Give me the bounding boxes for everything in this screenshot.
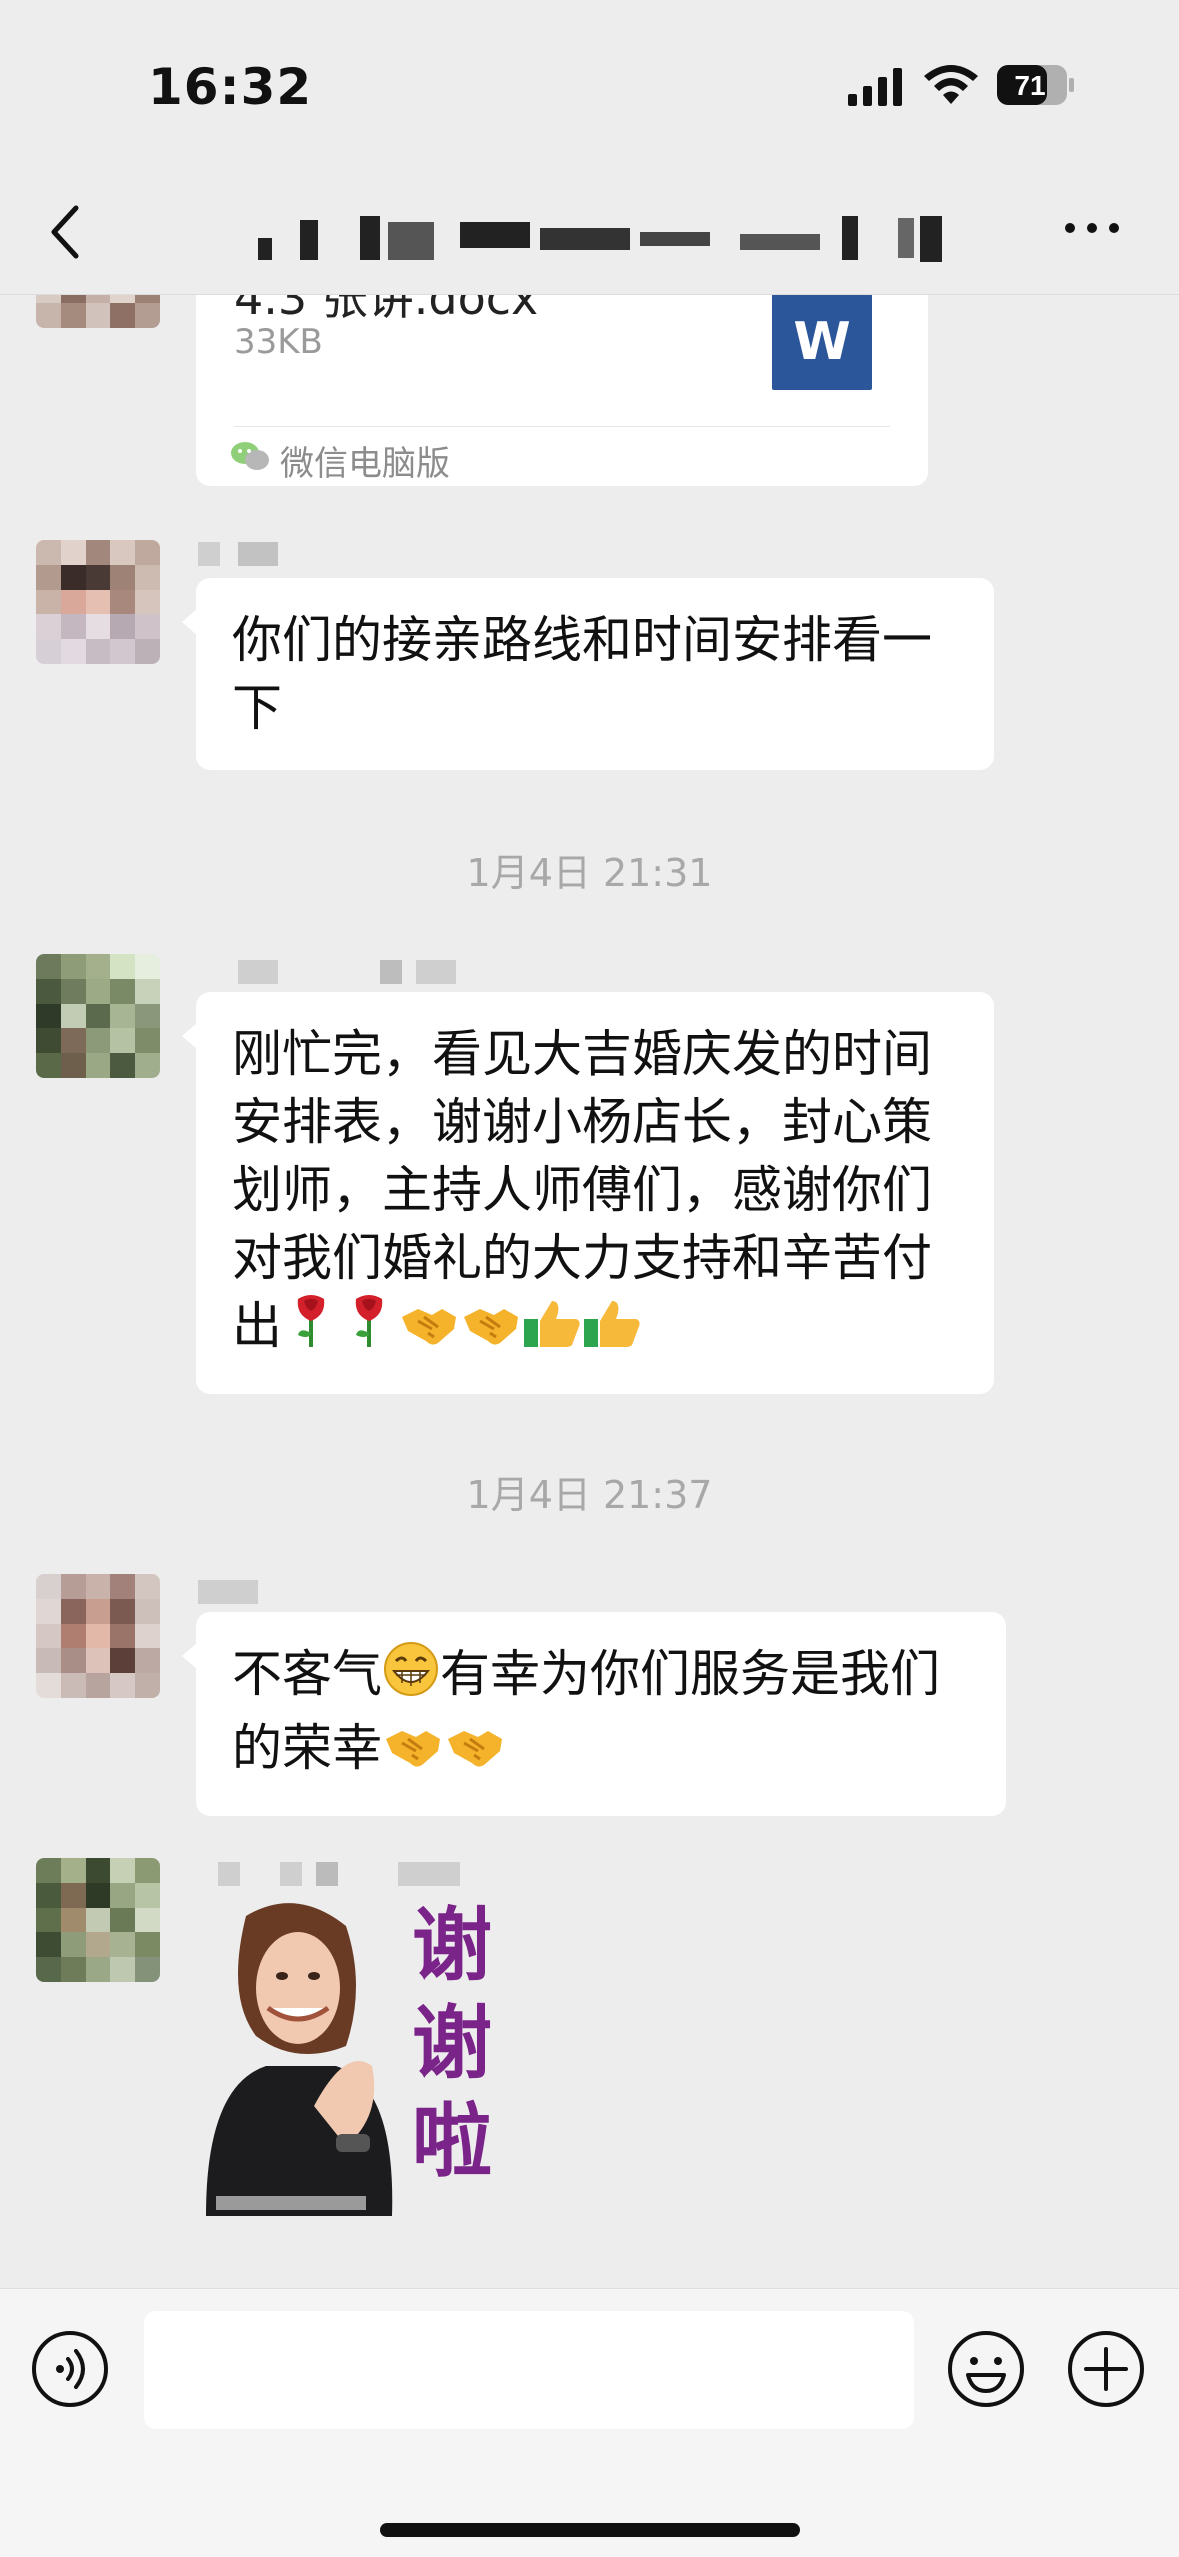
status-time: 16:32	[148, 58, 313, 116]
timestamp: 1月4日 21:31	[466, 851, 713, 895]
avatar[interactable]	[36, 1858, 160, 1982]
sticker-char: 谢	[412, 1996, 492, 2090]
handshake-emoji	[460, 1298, 522, 1366]
message-text: 不客气	[232, 1645, 382, 1703]
file-source: 微信电脑版	[280, 444, 450, 484]
grin-emoji	[382, 1641, 440, 1714]
home-indicator	[380, 2523, 800, 2537]
battery-icon: 71	[997, 65, 1074, 105]
message-bubble[interactable]: 不客气 有幸为你们服务是我们的荣幸	[182, 1612, 1006, 1816]
message-bubble[interactable]: 刚忙完，看见大吉婚庆发的时间安排表，谢谢小杨店长，封心策划师，主持人师傅们，感谢…	[182, 992, 994, 1394]
thumbs-up-emoji	[582, 1297, 642, 1366]
sticker-char: 谢	[412, 1898, 492, 1992]
message-text: 你们的接亲路线和时间安排看一下	[232, 611, 932, 737]
file-divider	[234, 426, 890, 427]
cellular-signal-icon	[848, 68, 902, 106]
handshake-emoji	[382, 1720, 444, 1788]
sender-name-mosaic	[218, 1862, 478, 1886]
status-bar: 16:32 71	[0, 0, 1179, 160]
timestamp: 1月4日 21:37	[466, 1473, 713, 1517]
voice-icon[interactable]	[30, 2329, 110, 2409]
more-dots-icon[interactable]	[1062, 216, 1122, 240]
file-message[interactable]: 4.3 张讲.docx 33KB W 微信电脑版	[196, 294, 928, 486]
plus-icon[interactable]	[1066, 2329, 1146, 2409]
message-list[interactable]: 4.3 张讲.docx 33KB W 微信电脑版 你们的接亲路线和时间安排看一下…	[0, 294, 1179, 2288]
avatar[interactable]	[36, 540, 160, 664]
chevron-left-icon[interactable]	[44, 202, 84, 262]
message-bubble[interactable]: 你们的接亲路线和时间安排看一下	[182, 578, 994, 770]
handshake-emoji	[398, 1298, 460, 1366]
chat-header: █ ██ ███ ███	[0, 160, 1179, 295]
sticker-person-image	[206, 1903, 393, 2216]
rose-emoji	[340, 1293, 398, 1366]
battery-level: 71	[1014, 70, 1045, 101]
file-size: 33KB	[234, 322, 323, 362]
input-bar	[0, 2288, 1179, 2557]
sender-name-mosaic	[198, 1580, 278, 1604]
word-document-icon: W	[772, 294, 872, 390]
avatar[interactable]	[36, 294, 160, 328]
sticker-char: 啦	[412, 2094, 492, 2188]
handshake-emoji	[444, 1720, 506, 1788]
sticker-text: 谢 谢 啦	[402, 1896, 502, 2190]
sender-name-mosaic	[238, 960, 468, 984]
sender-name-mosaic	[198, 542, 298, 566]
wifi-icon	[924, 65, 978, 104]
emoji-icon[interactable]	[946, 2329, 1026, 2409]
wechat-icon	[231, 442, 269, 470]
avatar[interactable]	[36, 954, 160, 1078]
rose-emoji	[282, 1293, 340, 1366]
thumbs-up-emoji	[522, 1297, 582, 1366]
thank-you-sticker[interactable]: 谢 谢 啦	[196, 1896, 506, 2216]
avatar[interactable]	[36, 1574, 160, 1698]
message-input[interactable]	[144, 2311, 914, 2429]
